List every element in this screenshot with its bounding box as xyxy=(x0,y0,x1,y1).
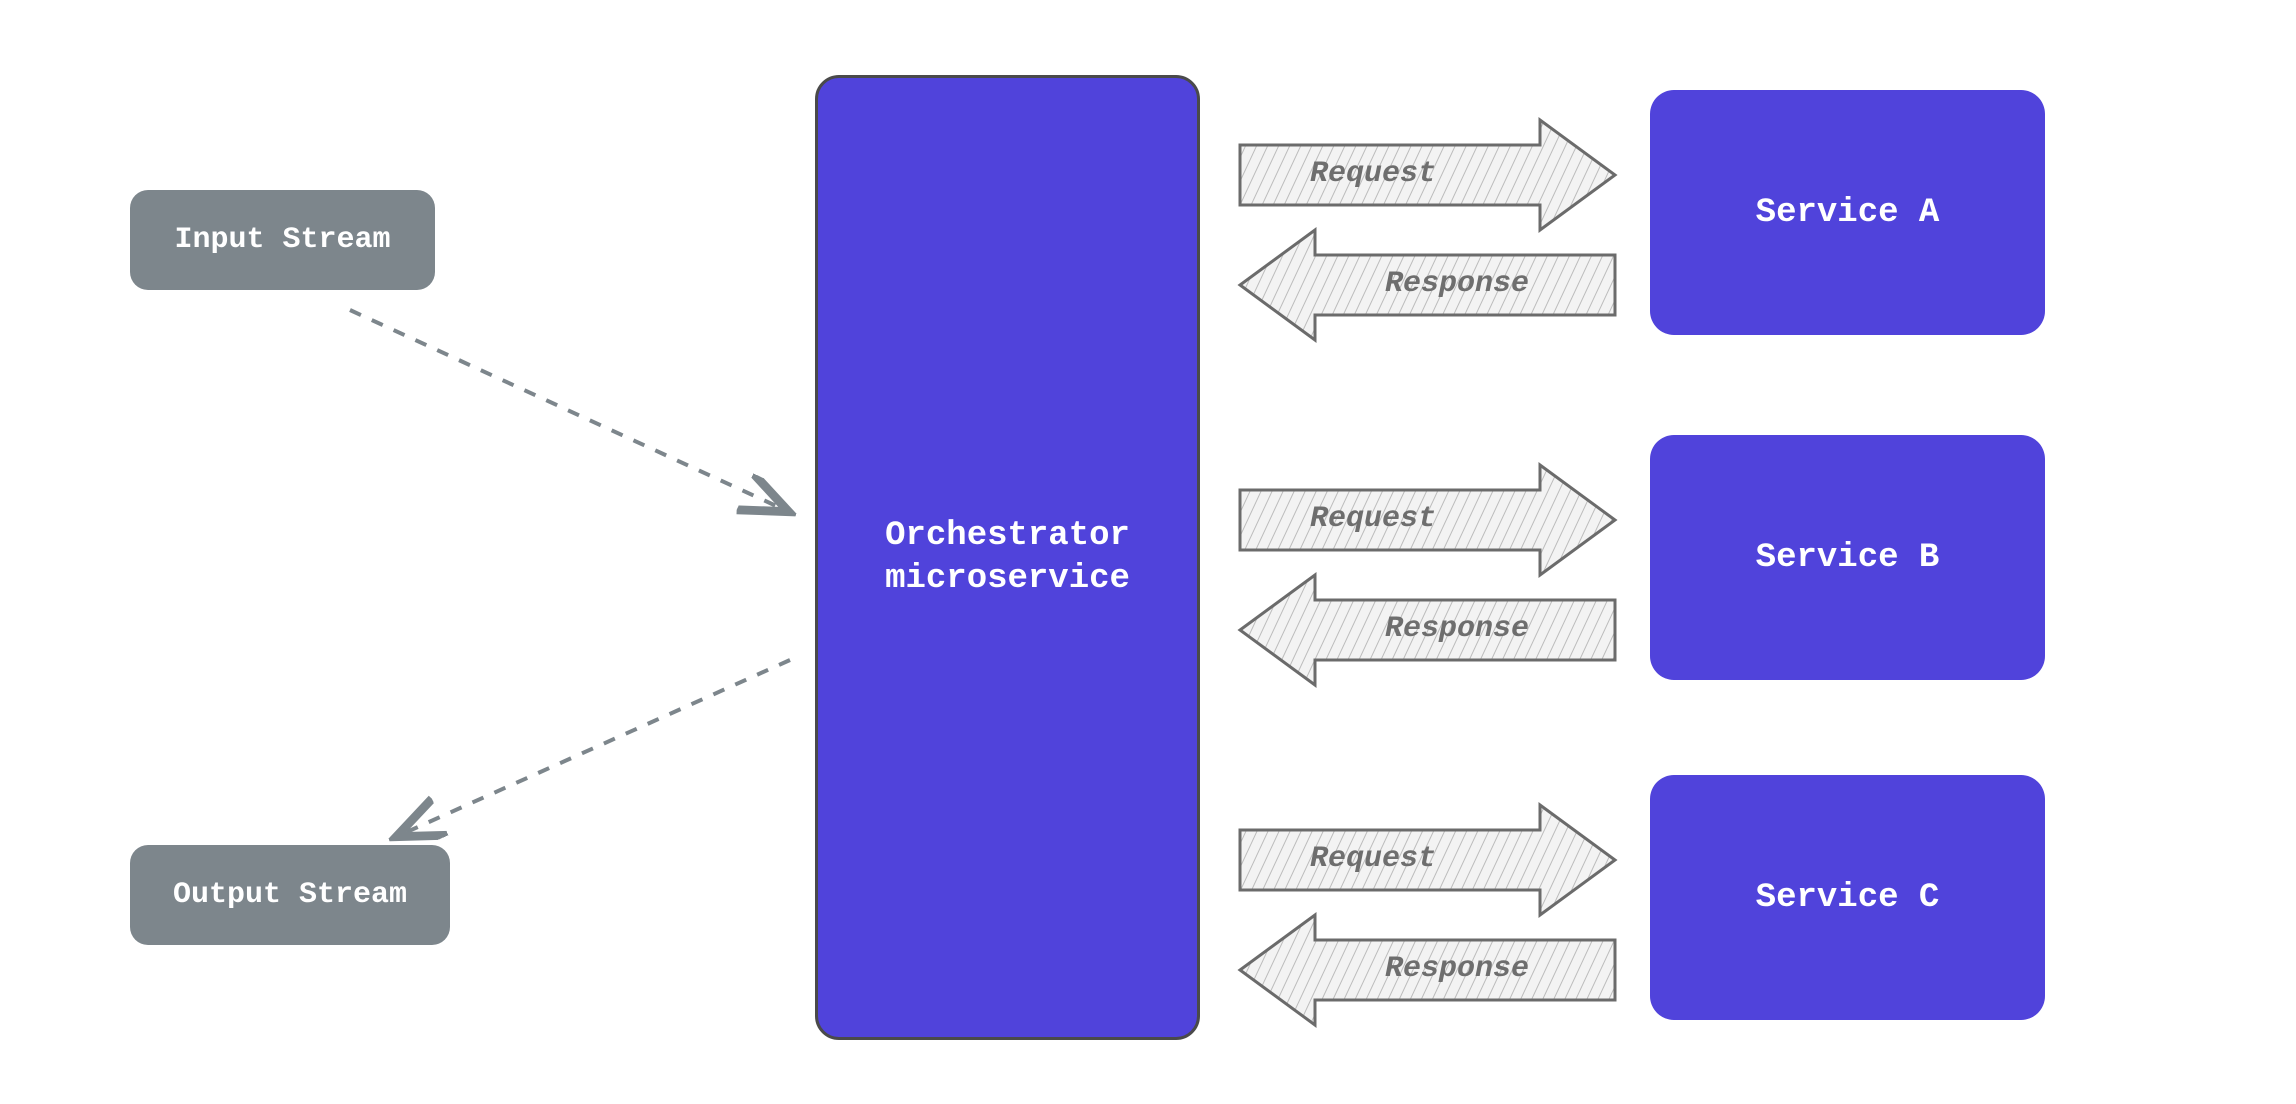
node-service-c: Service C xyxy=(1650,775,2045,1020)
node-input-stream: Input Stream xyxy=(130,190,435,290)
arrow-label-response-a: Response xyxy=(1385,267,1529,301)
node-label: Input Stream xyxy=(174,223,390,257)
node-label-line2: microservice xyxy=(885,558,1130,601)
arrow-label-request-b: Request xyxy=(1310,502,1436,536)
node-service-a: Service A xyxy=(1650,90,2045,335)
node-orchestrator: Orchestrator microservice xyxy=(815,75,1200,1040)
node-label: Service A xyxy=(1756,194,1940,232)
connection-input-to-orchestrator xyxy=(350,310,785,510)
node-service-b: Service B xyxy=(1650,435,2045,680)
node-output-stream: Output Stream xyxy=(130,845,450,945)
arrow-label-request-a: Request xyxy=(1310,157,1436,191)
node-label: Service C xyxy=(1756,879,1940,917)
node-label: Service B xyxy=(1756,539,1940,577)
node-label-line1: Orchestrator xyxy=(885,515,1130,558)
node-label: Output Stream xyxy=(173,878,407,912)
arrow-label-response-c: Response xyxy=(1385,952,1529,986)
arrow-label-request-c: Request xyxy=(1310,842,1436,876)
arrow-label-response-b: Response xyxy=(1385,612,1529,646)
connection-orchestrator-to-output xyxy=(400,660,790,835)
